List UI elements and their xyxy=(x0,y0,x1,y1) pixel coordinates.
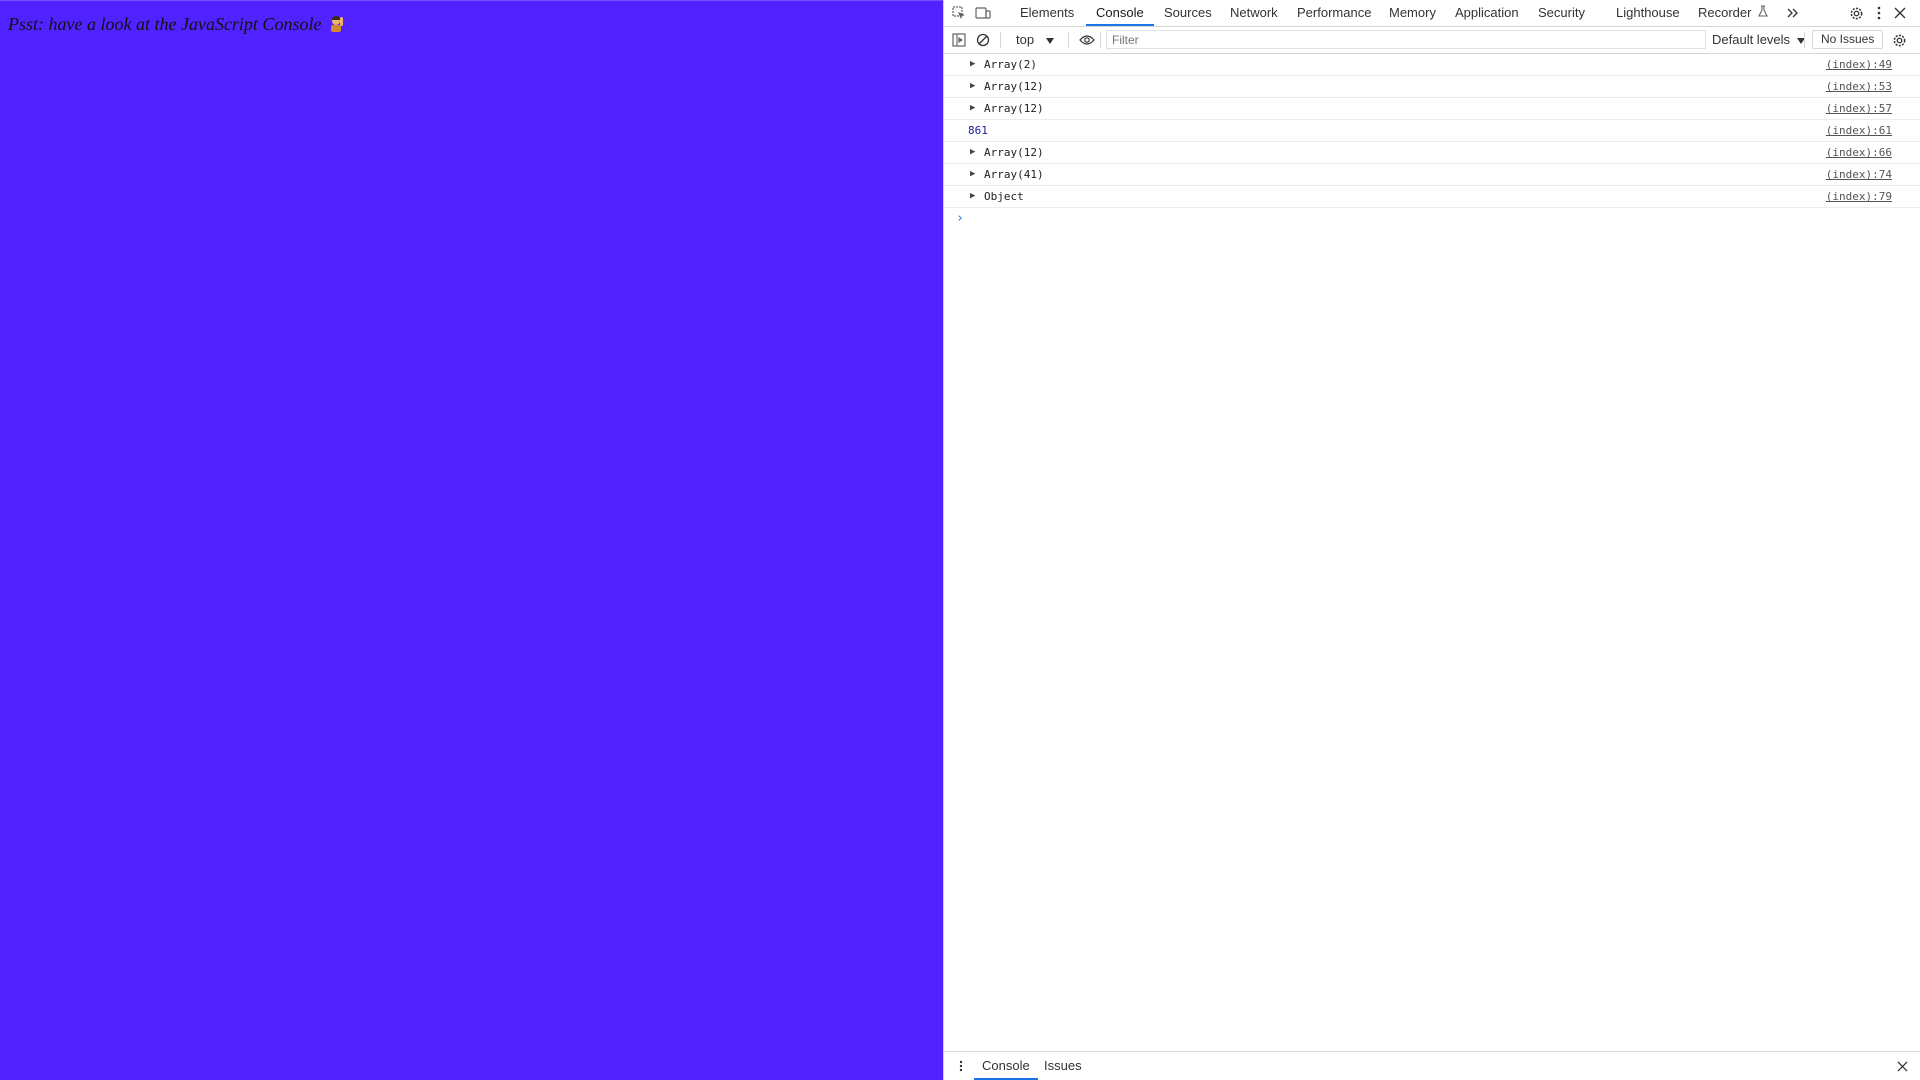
flask-icon xyxy=(1758,0,1768,26)
expand-triangle-icon[interactable]: ▶ xyxy=(970,76,975,97)
console-settings-gear-icon[interactable] xyxy=(1890,31,1908,49)
tab-security[interactable]: Security xyxy=(1536,0,1587,26)
prompt-chevron-icon: › xyxy=(956,211,964,226)
tab-recorder[interactable]: Recorder xyxy=(1696,0,1770,26)
console-row-value: Array(2) xyxy=(984,58,1037,71)
close-devtools-icon[interactable] xyxy=(1891,4,1909,22)
toolbar-divider xyxy=(1068,32,1069,48)
tab-console[interactable]: Console xyxy=(1086,0,1154,26)
console-row[interactable]: ▶ Object (index):79 xyxy=(944,186,1920,208)
console-row[interactable]: ▶ Array(12) (index):53 xyxy=(944,76,1920,98)
console-row-value: Array(12) xyxy=(984,102,1044,115)
expand-triangle-icon[interactable]: ▶ xyxy=(970,54,975,75)
inspect-element-icon[interactable] xyxy=(950,4,968,22)
console-toolbar: top Filter Default levels No Issues xyxy=(944,27,1920,54)
context-selector[interactable]: top xyxy=(1016,31,1054,49)
drawer-menu-icon[interactable] xyxy=(952,1057,970,1075)
console-row[interactable]: ▶ Array(12) (index):66 xyxy=(944,142,1920,164)
devtools-drawer: Console Issues xyxy=(944,1051,1920,1080)
devtools-panel: Elements Console Sources Network Perform… xyxy=(943,0,1920,1080)
console-row-value: Object xyxy=(984,190,1024,203)
person-raising-hand-emoji-icon xyxy=(327,15,345,33)
toolbar-divider xyxy=(1804,32,1805,48)
tab-elements[interactable]: Elements xyxy=(1018,0,1076,26)
toolbar-divider xyxy=(1100,32,1101,48)
tab-network[interactable]: Network xyxy=(1228,0,1280,26)
expand-triangle-icon[interactable]: ▶ xyxy=(970,98,975,119)
tab-performance[interactable]: Performance xyxy=(1295,0,1373,26)
console-row-source-link[interactable]: (index):66 xyxy=(1826,142,1892,163)
console-row: 861 (index):61 xyxy=(944,120,1920,142)
context-selector-label: top xyxy=(1016,32,1035,47)
console-row-number-value: 861 xyxy=(968,124,988,137)
tab-sources[interactable]: Sources xyxy=(1162,0,1214,26)
clear-console-icon[interactable] xyxy=(974,31,992,49)
more-tabs-chevron-icon[interactable] xyxy=(1784,4,1802,22)
page-message-text: Psst: have a look at the JavaScript Cons… xyxy=(8,14,322,34)
screen: Psst: have a look at the JavaScript Cons… xyxy=(0,0,1920,1080)
toolbar-divider xyxy=(1000,32,1001,48)
console-messages: ▶ Array(2) (index):49 ▶ Array(12) (index… xyxy=(944,54,1920,229)
issues-button[interactable]: No Issues xyxy=(1812,30,1884,49)
kebab-menu-icon[interactable] xyxy=(1870,4,1888,22)
console-row-value: Array(12) xyxy=(984,146,1044,159)
page-message: Psst: have a look at the JavaScript Cons… xyxy=(8,14,345,35)
console-row-source-link[interactable]: (index):61 xyxy=(1826,120,1892,141)
log-levels-dropdown[interactable]: Default levels xyxy=(1712,31,1805,49)
close-drawer-icon[interactable] xyxy=(1893,1057,1911,1075)
console-row-value: Array(12) xyxy=(984,80,1044,93)
tab-recorder-label: Recorder xyxy=(1698,5,1752,20)
tab-lighthouse[interactable]: Lighthouse xyxy=(1614,0,1682,26)
filter-input[interactable]: Filter xyxy=(1106,30,1706,49)
console-row-source-link[interactable]: (index):53 xyxy=(1826,76,1892,97)
console-row-source-link[interactable]: (index):79 xyxy=(1826,186,1892,207)
drawer-tab-issues[interactable]: Issues xyxy=(1044,1052,1082,1080)
console-prompt[interactable]: › xyxy=(944,208,1920,229)
live-expression-eye-icon[interactable] xyxy=(1078,31,1096,49)
drawer-tab-console[interactable]: Console xyxy=(974,1052,1038,1080)
page-top-border xyxy=(0,0,943,1)
show-sidebar-icon[interactable] xyxy=(950,31,968,49)
expand-triangle-icon[interactable]: ▶ xyxy=(970,186,975,207)
device-toolbar-icon[interactable] xyxy=(974,4,992,22)
expand-triangle-icon[interactable]: ▶ xyxy=(970,142,975,163)
console-row[interactable]: ▶ Array(41) (index):74 xyxy=(944,164,1920,186)
tab-application[interactable]: Application xyxy=(1453,0,1521,26)
console-row[interactable]: ▶ Array(12) (index):57 xyxy=(944,98,1920,120)
expand-triangle-icon[interactable]: ▶ xyxy=(970,164,975,185)
console-row[interactable]: ▶ Array(2) (index):49 xyxy=(944,54,1920,76)
console-row-source-link[interactable]: (index):57 xyxy=(1826,98,1892,119)
tab-memory[interactable]: Memory xyxy=(1387,0,1438,26)
console-row-value: Array(41) xyxy=(984,168,1044,181)
devtools-tab-bar: Elements Console Sources Network Perform… xyxy=(944,0,1920,27)
settings-gear-icon[interactable] xyxy=(1847,4,1865,22)
console-row-source-link[interactable]: (index):74 xyxy=(1826,164,1892,185)
console-row-source-link[interactable]: (index):49 xyxy=(1826,54,1892,75)
web-page: Psst: have a look at the JavaScript Cons… xyxy=(0,0,943,1080)
log-levels-label: Default levels xyxy=(1712,32,1791,47)
dropdown-triangle-icon xyxy=(1045,31,1054,49)
